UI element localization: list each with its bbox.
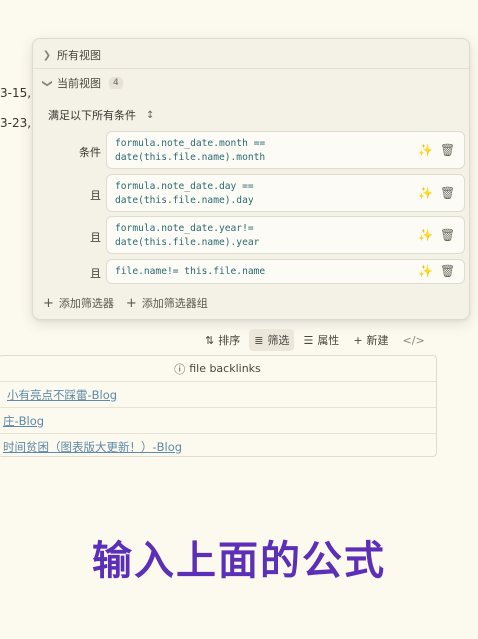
filter-expression-text: formula.note_date.month == date(this.fil… <box>115 138 266 163</box>
filter-expression-text: formula.note_date.year!= date(this.file.… <box>115 223 260 248</box>
filter-conjunction-label: 且 <box>90 189 101 202</box>
properties-button[interactable]: ☰ 属性 <box>298 329 344 351</box>
plus-icon: + <box>43 295 54 311</box>
backlinks-panel: ⓘ file backlinks 小有亮点不踩雷-Blog 庄-Blog 时间贫… <box>0 355 437 457</box>
backlink-link[interactable]: 小有亮点不踩雷-Blog <box>7 387 117 403</box>
condition-mode-select[interactable]: 满足以下所有条件 ↕ <box>48 107 154 123</box>
chevron-right-icon: ❯ <box>42 49 52 61</box>
filter-expression-field[interactable]: formula.note_date.day == date(this.file.… <box>106 174 465 212</box>
magic-wand-icon[interactable]: ✨ <box>418 143 433 157</box>
filter-label: 筛选 <box>267 334 290 347</box>
add-filter-button[interactable]: + 添加筛选器 <box>43 295 114 311</box>
backlink-row: 庄-Blog <box>0 408 436 434</box>
plus-icon: + <box>125 295 137 311</box>
sort-label: 排序 <box>218 334 241 347</box>
filter-expression-field[interactable]: formula.note_date.month == date(this.fil… <box>106 131 465 169</box>
current-view-label: 当前视图 <box>57 77 101 90</box>
magic-wand-icon[interactable]: ✨ <box>418 186 433 200</box>
trash-icon[interactable]: 🗑 <box>440 186 455 200</box>
section-divider <box>33 68 469 69</box>
new-label: 新建 <box>366 334 389 347</box>
current-view-section[interactable]: ❯ 当前视图 4 <box>33 74 469 92</box>
sort-button[interactable]: ⇅ 排序 <box>200 329 245 351</box>
add-filter-actions: + 添加筛选器 + 添加筛选器组 <box>43 295 208 311</box>
backlinks-header: ⓘ file backlinks <box>0 356 436 382</box>
trash-icon[interactable]: 🗑 <box>440 143 455 157</box>
backlink-link[interactable]: 庄-Blog <box>3 413 44 429</box>
condition-mode-label: 满足以下所有条件 <box>48 109 136 122</box>
magic-wand-icon[interactable]: ✨ <box>418 228 433 242</box>
info-icon: ⓘ <box>174 362 186 376</box>
backlink-row: 小有亮点不踩雷-Blog <box>0 382 436 408</box>
backlink-link[interactable]: 时间贫困（图表版大更新！）-Blog <box>3 439 182 455</box>
filter-conjunction-label: 且 <box>90 267 101 280</box>
filter-expression-field[interactable]: file.name!= this.file.name ✨ 🗑 <box>106 259 465 284</box>
chevron-down-icon: ❯ <box>41 78 53 88</box>
add-filter-group-label: 添加筛选器组 <box>141 297 208 310</box>
caption-overlay: 输入上面的公式 <box>92 538 386 584</box>
backlink-row: 时间贫困（图表版大更新！）-Blog <box>0 434 436 459</box>
filter-icon: ≣ <box>254 333 264 347</box>
list-icon: ☰ <box>303 333 314 347</box>
filter-expression-text: formula.note_date.day == date(this.file.… <box>115 181 254 206</box>
code-view-button[interactable]: </> <box>398 331 434 350</box>
add-filter-label: 添加筛选器 <box>58 297 114 310</box>
updown-chevron-icon: ↕ <box>146 109 155 121</box>
filter-expression-field[interactable]: formula.note_date.year!= date(this.file.… <box>106 216 465 254</box>
trash-icon[interactable]: 🗑 <box>440 228 455 242</box>
all-views-section[interactable]: ❯ 所有视图 <box>33 46 469 64</box>
all-views-label: 所有视图 <box>57 49 101 62</box>
magic-wand-icon[interactable]: ✨ <box>418 264 433 278</box>
filter-conjunction-label: 条件 <box>79 146 101 159</box>
plus-icon: + <box>353 333 363 347</box>
filter-popover: ❯ 所有视图 ❯ 当前视图 4 满足以下所有条件 ↕ 条件 formula.no… <box>32 38 470 320</box>
new-button[interactable]: + 新建 <box>348 329 393 351</box>
sort-icon: ⇅ <box>205 333 215 347</box>
trash-icon[interactable]: 🗑 <box>440 264 455 278</box>
filter-button[interactable]: ≣ 筛选 <box>249 329 295 351</box>
filter-expression-text: file.name!= this.file.name <box>115 266 266 277</box>
filter-conjunction-label: 且 <box>90 231 101 244</box>
view-toolbar: ⇅ 排序 ≣ 筛选 ☰ 属性 + 新建 </> <box>200 329 434 351</box>
add-filter-group-button[interactable]: + 添加筛选器组 <box>126 295 208 311</box>
code-icon: </> <box>402 333 425 347</box>
backlinks-title: file backlinks <box>189 362 261 375</box>
properties-label: 属性 <box>317 334 340 347</box>
current-view-count-badge: 4 <box>109 77 123 89</box>
